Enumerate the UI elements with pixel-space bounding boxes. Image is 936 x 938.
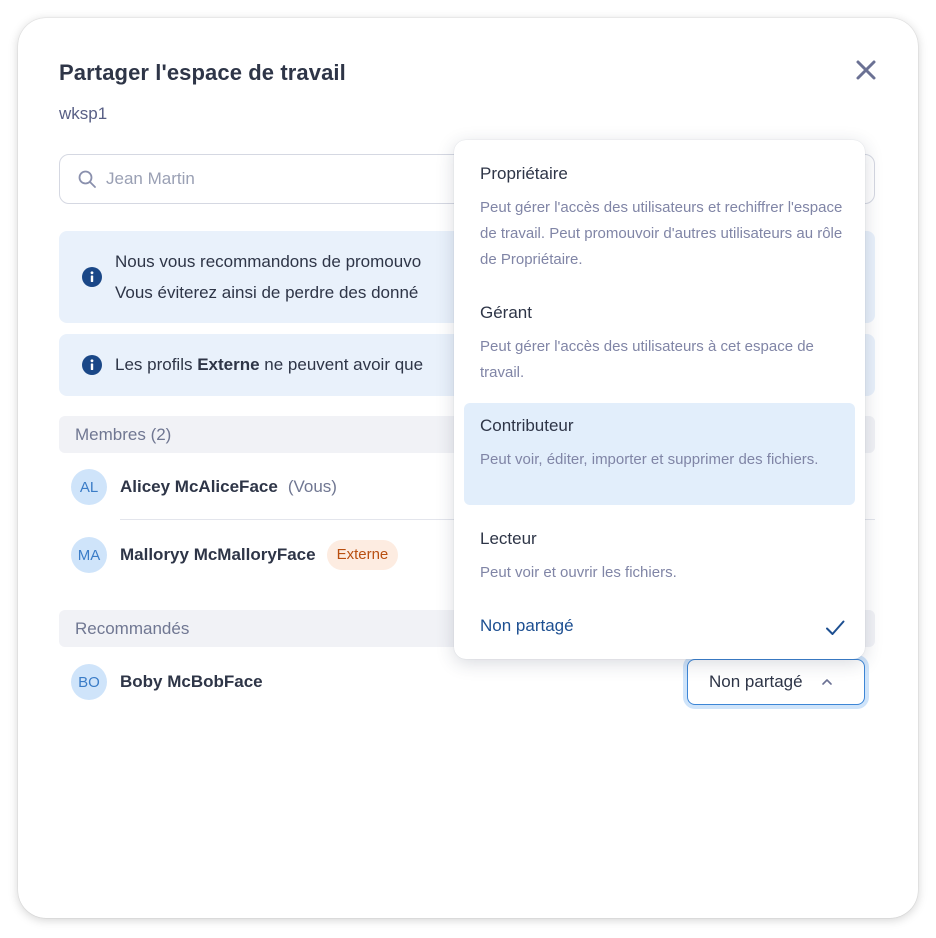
- role-option-title: Contributeur: [480, 416, 574, 435]
- search-icon: [76, 168, 98, 190]
- role-select-value: Non partagé: [709, 672, 803, 691]
- external-badge: Externe: [326, 540, 399, 570]
- role-option-description: Peut gérer l'accès des utilisateurs et r…: [480, 199, 843, 268]
- member-name: Alicey McAliceFace: [120, 477, 278, 496]
- info-icon: [82, 267, 102, 287]
- recommended-row: BO Boby McBobFace: [71, 664, 263, 700]
- role-option-description: Peut gérer l'accès des utilisateurs à ce…: [480, 338, 814, 381]
- share-dialog: Partager l'espace de travail wksp1 Nous …: [18, 18, 918, 918]
- external-label: Externe: [197, 355, 260, 374]
- dialog-title: Partager l'espace de travail: [59, 60, 346, 85]
- member-name: Malloryy McMalloryFace: [120, 545, 316, 564]
- checkmark-icon: [826, 620, 845, 635]
- member-row: AL Alicey McAliceFace (Vous): [71, 469, 337, 505]
- workspace-name: wksp1: [59, 104, 108, 123]
- role-option-lecteur[interactable]: Lecteur Peut voir et ouvrir les fichiers…: [464, 527, 855, 589]
- role-dropdown-menu: Propriétaire Peut gérer l'accès des util…: [454, 140, 865, 659]
- close-icon: [856, 60, 876, 80]
- info-icon: [82, 355, 102, 375]
- info-banner-line-1: Nous vous recommandons de promouvo: [115, 252, 422, 271]
- role-option-title: Lecteur: [480, 529, 537, 548]
- role-option-title: Non partagé: [480, 616, 574, 635]
- role-option-proprietaire[interactable]: Propriétaire Peut gérer l'accès des util…: [464, 162, 855, 280]
- role-option-title: Propriétaire: [480, 164, 568, 183]
- close-button[interactable]: [850, 54, 882, 86]
- recommended-name: Boby McBobFace: [120, 672, 263, 691]
- role-option-description: Peut voir, éditer, importer et supprimer…: [480, 451, 819, 468]
- role-option-contributeur[interactable]: Contributeur Peut voir, éditer, importer…: [464, 403, 855, 505]
- current-user-label: (Vous): [287, 477, 337, 496]
- info-banner-text: Les profils Externe ne peuvent avoir que: [115, 355, 424, 374]
- info-banner-line-2: Vous éviterez ainsi de perdre des donné: [115, 283, 419, 302]
- role-option-title: Gérant: [480, 303, 532, 322]
- avatar: AL: [71, 469, 107, 505]
- role-select[interactable]: Non partagé: [687, 659, 865, 705]
- role-option-non-partage[interactable]: Non partagé: [464, 614, 855, 644]
- role-option-gerant[interactable]: Gérant Peut gérer l'accès des utilisateu…: [464, 301, 855, 389]
- chevron-up-icon: [820, 675, 834, 689]
- member-row: MA Malloryy McMalloryFace Externe: [71, 537, 399, 573]
- role-option-description: Peut voir et ouvrir les fichiers.: [480, 564, 677, 581]
- avatar: BO: [71, 664, 107, 700]
- avatar: MA: [71, 537, 107, 573]
